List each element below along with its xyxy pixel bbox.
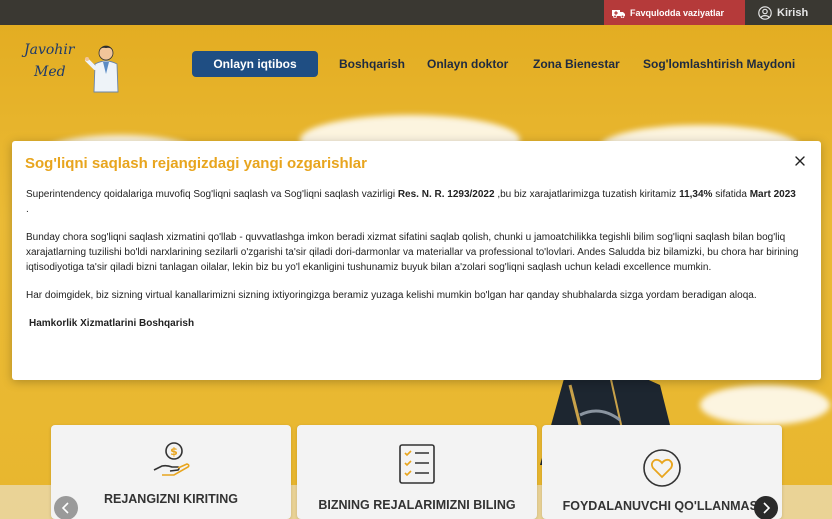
- text-fragment: ,bu biz xarajatlarimizga tuzatish kirita…: [494, 189, 680, 200]
- user-icon: [758, 5, 772, 20]
- modal-paragraph-2: Bunday chora sog'liqni saqlash xizmatini…: [26, 232, 799, 273]
- login-link[interactable]: Kirish: [758, 0, 808, 25]
- emergency-label: Favqulodda vaziyatlar: [630, 7, 725, 18]
- modal-paragraph-1: Superintendency qoidalariga muvofiq Sog'…: [26, 187, 801, 217]
- site-logo[interactable]: Javohir Med: [22, 42, 127, 94]
- close-icon[interactable]: [792, 153, 808, 169]
- login-label: Kirish: [777, 6, 809, 19]
- chevron-right-icon: [763, 502, 771, 514]
- chevron-left-icon: [61, 502, 69, 514]
- doctor-mascot-icon: [85, 45, 119, 93]
- card-label: REJANGIZNI KIRITING: [103, 492, 239, 506]
- text-fragment: Superintendency qoidalariga muvofiq Sog'…: [26, 189, 398, 200]
- card-know-plans[interactable]: BIZNING REJALARIMIZNI BILING: [297, 425, 537, 519]
- carousel-next-button[interactable]: [754, 496, 778, 519]
- carousel-prev-button[interactable]: [54, 496, 78, 519]
- card-label: BIZNING REJALARIMIZNI BILING: [318, 498, 516, 512]
- nav-item-wellness[interactable]: Sog'lomlashtirish Maydoni: [643, 51, 795, 77]
- logo-line-1: Javohir: [24, 42, 75, 58]
- logo-line-2: Med: [34, 64, 66, 80]
- resolution-number: Res. N. R. 1293/2022: [397, 189, 495, 200]
- text-fragment: .: [26, 204, 29, 215]
- modal-signature: Hamkorlik Xizmatlarini Boshqarish: [29, 318, 195, 329]
- card-label: FOYDALANUVCHI QO'LLANMASI: [562, 499, 762, 513]
- money-hand-icon: $: [153, 442, 190, 476]
- emergency-link[interactable]: Favqulodda vaziyatlar: [604, 0, 745, 25]
- nav-item-online-doctor[interactable]: Onlayn doktor: [427, 51, 508, 77]
- checklist-icon: [399, 444, 435, 484]
- effective-date: Mart 2023: [749, 189, 796, 200]
- online-quote-button[interactable]: Onlayn iqtibos: [192, 51, 318, 77]
- nav-item-zona-bienestar[interactable]: Zona Bienestar: [533, 51, 620, 77]
- card-user-guide[interactable]: FOYDALANUVCHI QO'LLANMASI: [542, 425, 782, 519]
- svg-text:$: $: [170, 445, 178, 458]
- cloud-decoration: [700, 385, 830, 425]
- modal-title: Sog'liqni saqlash rejangizdagi yangi ozg…: [25, 155, 367, 172]
- modal-paragraph-3: Har doimgidek, biz sizning virtual kanal…: [26, 290, 757, 301]
- nav-item-boshqarish[interactable]: Boshqarish: [339, 51, 405, 77]
- announcement-modal: Sog'liqni saqlash rejangizdagi yangi ozg…: [12, 141, 821, 380]
- text-fragment: sifatida: [712, 189, 750, 200]
- percentage-value: 11,34%: [679, 189, 713, 200]
- ambulance-icon: [612, 9, 625, 18]
- modal-body: Superintendency qoidalariga muvofiq Sog'…: [26, 187, 801, 344]
- card-enter-plan[interactable]: $ REJANGIZNI KIRITING: [51, 425, 291, 519]
- heart-icon: [643, 449, 681, 487]
